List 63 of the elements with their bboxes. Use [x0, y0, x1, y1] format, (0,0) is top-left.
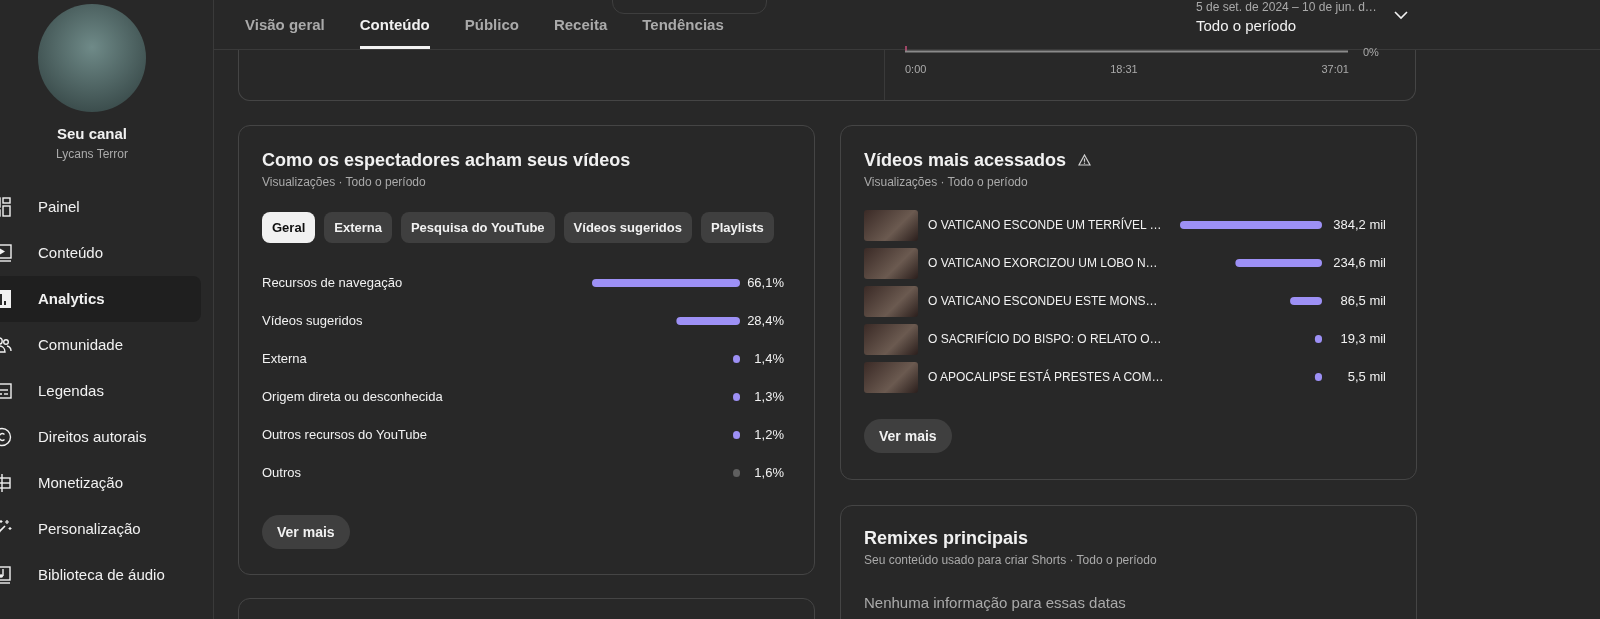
video-thumbnail[interactable]: [864, 285, 918, 317]
filter-chip[interactable]: Pesquisa do YouTube: [400, 212, 555, 243]
percent-value: 1,4%: [753, 350, 784, 369]
filter-chip[interactable]: Playlists: [700, 212, 774, 243]
nav-item[interactable]: Monetização: [0, 460, 201, 506]
channel-name: Lycans Terror: [56, 146, 128, 162]
tab[interactable]: Público: [464, 0, 519, 49]
filter-chip[interactable]: Geral: [262, 212, 316, 243]
percent-value: 1,2%: [753, 426, 784, 445]
filter-chip[interactable]: Vídeos sugeridos: [563, 212, 692, 243]
percent-value: 1,6%: [753, 464, 784, 483]
view-count: 234,6 mil: [1332, 254, 1386, 273]
nav-item[interactable]: Comunidade: [0, 322, 201, 368]
source-label: Outros: [262, 464, 302, 483]
video-thumbnail[interactable]: [864, 361, 918, 393]
video-thumbnail[interactable]: [864, 209, 918, 241]
tab[interactable]: Tendências: [642, 0, 724, 49]
tab[interactable]: Visão geral: [245, 0, 325, 49]
warning-icon[interactable]: [1078, 154, 1092, 166]
video-title[interactable]: O SACRIFÍCIO DO BISPO: O RELATO O…: [928, 330, 1180, 348]
see-more-button[interactable]: Ver mais: [864, 419, 952, 453]
card-subtitle: Visualizações · Todo o período: [864, 174, 1029, 190]
view-count: 19,3 mil: [1339, 330, 1386, 349]
video-title[interactable]: O VATICANO ESCONDEU ESTE MONS…: [928, 292, 1180, 310]
source-label: Origem direta ou desconhecida: [262, 388, 444, 407]
view-count: 384,2 mil: [1332, 216, 1386, 235]
source-label: Vídeos sugeridos: [262, 312, 364, 331]
percent-value: 1,3%: [753, 388, 784, 407]
see-more-button[interactable]: Ver mais: [262, 515, 350, 549]
nav-item[interactable]: Legendas: [0, 368, 201, 414]
video-thumbnail[interactable]: [864, 323, 918, 355]
video-thumbnail[interactable]: [864, 247, 918, 279]
axis-label: 37:01: [1321, 62, 1349, 76]
video-title[interactable]: O VATICANO EXORCIZOU UM LOBO N…: [928, 254, 1180, 272]
tab[interactable]: Conteúdo: [359, 0, 430, 49]
axis-label: 0:00: [905, 62, 927, 76]
source-label: Outros recursos do YouTube: [262, 426, 428, 445]
card-title: Como os espectadores acham seus vídeos: [262, 149, 632, 172]
source-label: Externa: [262, 350, 308, 369]
nav-item[interactable]: Conteúdo: [0, 230, 201, 276]
nav-item[interactable]: Biblioteca de áudio: [0, 552, 201, 598]
nav-item[interactable]: Painel: [0, 184, 201, 230]
view-count: 5,5 mil: [1346, 368, 1386, 387]
card-subtitle: Visualizações · Todo o período: [262, 174, 427, 190]
tab[interactable]: Receita: [553, 0, 608, 49]
video-title[interactable]: O VATICANO ESCONDE UM TERRÍVEL …: [928, 216, 1180, 234]
chevron-down-icon: [1394, 11, 1408, 20]
percent-value: 28,4%: [746, 312, 784, 331]
nav-item[interactable]: Analytics: [0, 276, 201, 322]
nav-item[interactable]: Direitos autorais: [0, 414, 201, 460]
channel-title: Seu canal: [56, 124, 127, 144]
filter-chip[interactable]: Externa: [324, 212, 392, 243]
video-title[interactable]: O APOCALIPSE ESTÁ PRESTES A COM…: [928, 368, 1180, 386]
axis-label: 0%: [1363, 46, 1379, 58]
percent-value: 66,1%: [746, 274, 784, 293]
card-subtitle: Seu conteúdo usado para criar Shorts · Todo o período: [864, 552, 1158, 568]
nav-item[interactable]: Personalização: [0, 506, 201, 552]
source-label: Recursos de navegação: [262, 274, 404, 293]
axis-label: 18:31: [1110, 62, 1138, 76]
card-title: Remixes principais: [864, 527, 1030, 550]
card-title: Vídeos mais acessados: [864, 149, 1067, 172]
view-count: 86,5 mil: [1339, 292, 1386, 311]
empty-message: Nenhuma informação para essas datas: [864, 593, 1127, 613]
